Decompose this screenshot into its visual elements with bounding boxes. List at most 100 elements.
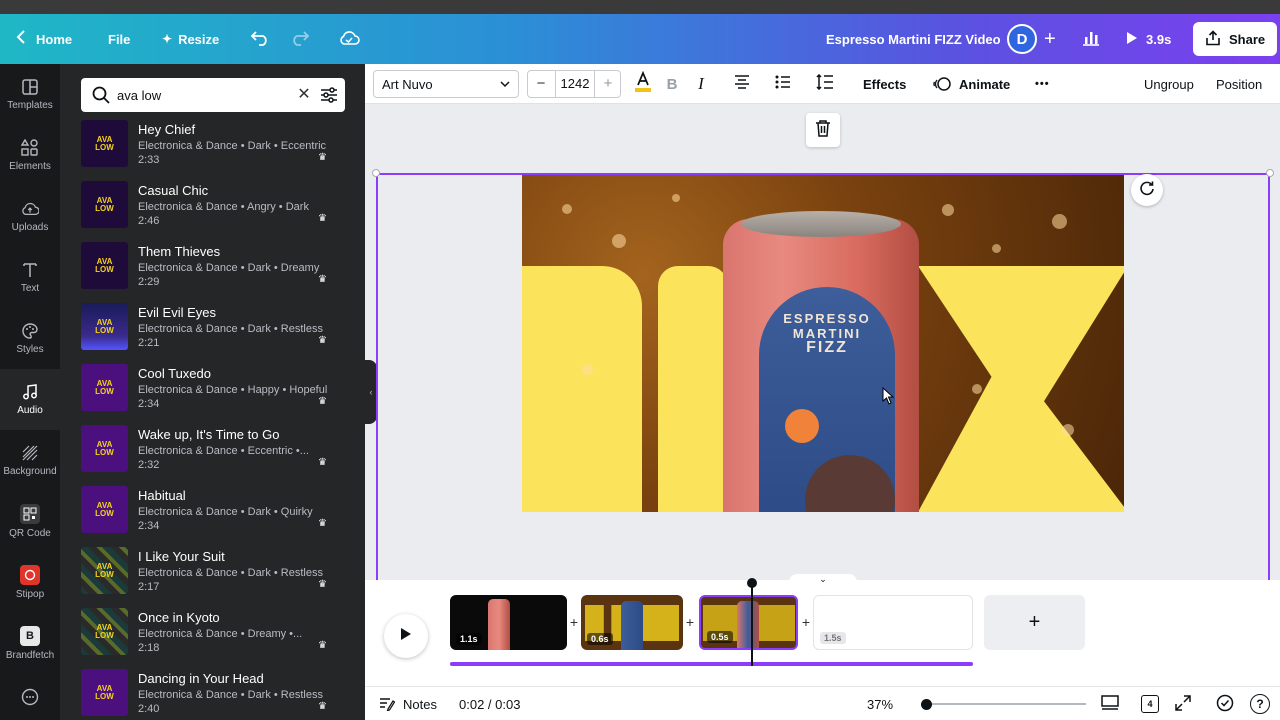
grid-view-button[interactable] xyxy=(1101,687,1119,720)
help-button[interactable]: ? xyxy=(1250,687,1270,720)
audio-icon xyxy=(21,383,39,401)
rail-item-more-apps[interactable] xyxy=(0,674,60,720)
track-item[interactable]: AVA LOW Them Thieves Electronica & Dance … xyxy=(81,242,361,303)
add-transition-button[interactable]: + xyxy=(683,615,697,629)
animate-button[interactable]: Animate xyxy=(933,64,1010,104)
text-color-button[interactable] xyxy=(631,64,655,104)
track-item[interactable]: AVA LOW Evil Evil Eyes Electronica & Danc… xyxy=(81,303,361,364)
footer-bar: Notes 0:02 / 0:03 37% 4 ? xyxy=(365,686,1280,720)
clip-can-thumbnail xyxy=(737,601,759,648)
more-options-button[interactable]: ••• xyxy=(1035,64,1050,104)
cloud-save-button[interactable] xyxy=(338,14,360,64)
crown-icon: ♛ xyxy=(318,213,327,224)
rail-item-uploads[interactable]: Uploads xyxy=(0,186,60,247)
delete-element-button[interactable] xyxy=(806,113,840,147)
undo-button[interactable] xyxy=(250,14,270,64)
rail-item-templates[interactable]: Templates xyxy=(0,64,60,125)
resize-handle[interactable] xyxy=(1266,169,1274,177)
ungroup-button[interactable]: Ungroup xyxy=(1144,64,1194,104)
clear-search-icon[interactable]: ✕ xyxy=(295,86,313,104)
bold-button[interactable]: B xyxy=(660,64,684,104)
project-title[interactable]: Espresso Martini FIZZ Video xyxy=(826,14,1001,64)
font-family-select[interactable]: Art Nuvo xyxy=(373,70,519,98)
rail-label-elements: Elements xyxy=(9,161,51,172)
add-page-button[interactable]: + xyxy=(984,595,1085,650)
rail-item-elements[interactable]: Elements xyxy=(0,125,60,186)
playhead[interactable] xyxy=(751,580,753,666)
zoom-slider-track[interactable] xyxy=(926,703,1086,705)
top-bar: Home File ✦ Resize Espresso Martini FIZZ… xyxy=(0,14,1280,64)
animate-label: Animate xyxy=(959,76,1011,92)
notes-button[interactable]: Notes xyxy=(379,687,437,720)
timeline-collapse-handle[interactable]: ⌄ xyxy=(789,574,857,584)
play-duration: 3.9s xyxy=(1146,31,1172,47)
italic-icon: I xyxy=(698,74,704,93)
fullscreen-button[interactable] xyxy=(1175,687,1191,720)
timeline-clip-2[interactable]: 0.6s xyxy=(581,595,683,650)
rotate-button[interactable] xyxy=(1131,174,1163,206)
rail-item-audio[interactable]: Audio xyxy=(0,369,60,430)
zoom-slider-handle[interactable] xyxy=(921,699,932,710)
file-menu-button[interactable]: File xyxy=(108,14,130,64)
track-item[interactable]: AVA LOW Dancing in Your Head Electronica … xyxy=(81,669,361,720)
track-thumbnail: AVA LOW xyxy=(81,303,128,350)
track-title: Cool Tuxedo xyxy=(138,366,211,381)
zoom-level[interactable]: 37% xyxy=(867,687,893,720)
track-meta: Electronica & Dance • Dark • Dreamy xyxy=(138,262,320,274)
rail-label-background: Background xyxy=(3,466,57,477)
track-item[interactable]: AVA LOW Hey Chief Electronica & Dance • D… xyxy=(81,120,361,181)
resize-button[interactable]: ✦ Resize xyxy=(162,14,219,64)
add-transition-button[interactable]: + xyxy=(567,615,581,629)
track-item[interactable]: AVA LOW Once in Kyoto Electronica & Dance… xyxy=(81,608,361,669)
position-button[interactable]: Position xyxy=(1216,64,1262,104)
clip-duration: 0.5s xyxy=(707,631,733,643)
align-button[interactable] xyxy=(730,64,754,104)
track-duration: 2:32 xyxy=(138,459,160,471)
filter-icon[interactable] xyxy=(319,85,339,105)
italic-button[interactable]: I xyxy=(689,64,713,104)
rail-item-stipop[interactable]: Stipop xyxy=(0,552,60,613)
track-item[interactable]: AVA LOW Wake up, It's Time to Go Electron… xyxy=(81,425,361,486)
share-button[interactable]: Share xyxy=(1193,22,1278,56)
track-item[interactable]: AVA LOW Casual Chic Electronica & Dance •… xyxy=(81,181,361,242)
rail-item-brandfetch[interactable]: B Brandfetch xyxy=(0,613,60,674)
redo-button[interactable] xyxy=(290,14,310,64)
timeline-clip-1[interactable]: 1.1s xyxy=(450,595,567,650)
side-rail: Templates Elements Uploads Text Styles A… xyxy=(0,64,60,720)
track-item[interactable]: AVA LOW Cool Tuxedo Electronica & Dance •… xyxy=(81,364,361,425)
play-icon xyxy=(1126,31,1138,48)
rail-item-background[interactable]: Background xyxy=(0,430,60,491)
play-preview-button[interactable]: 3.9s xyxy=(1126,14,1171,64)
apps-icon xyxy=(21,688,39,706)
timeline-clip-3-selected[interactable]: 0.5s xyxy=(699,595,798,650)
insights-button[interactable] xyxy=(1082,14,1100,64)
track-thumbnail: AVA LOW xyxy=(81,486,128,533)
track-item[interactable]: AVA LOW I Like Your Suit Electronica & Da… xyxy=(81,547,361,608)
track-meta: Electronica & Dance • Dark • Quirky xyxy=(138,506,313,518)
list-button[interactable] xyxy=(771,64,795,104)
effects-button[interactable]: Effects xyxy=(863,64,906,104)
rail-item-styles[interactable]: Styles xyxy=(0,308,60,369)
timeline-clip-4[interactable]: 1.5s xyxy=(813,595,973,650)
track-item[interactable]: AVA LOW Habitual Electronica & Dance • Da… xyxy=(81,486,361,547)
track-title: Them Thieves xyxy=(138,244,221,259)
home-button[interactable]: Home xyxy=(16,14,72,64)
font-size-input[interactable]: 1242 xyxy=(555,71,595,97)
spacing-button[interactable] xyxy=(813,64,837,104)
track-meta: Electronica & Dance • Dreamy •... xyxy=(138,628,303,640)
increase-size-button[interactable]: + xyxy=(595,71,621,97)
resize-handle[interactable] xyxy=(372,169,380,177)
chevron-left-icon: ‹ xyxy=(369,387,373,397)
add-collaborator-button[interactable]: + xyxy=(1044,14,1056,64)
pages-button[interactable]: 4 xyxy=(1141,687,1159,720)
timeline-play-button[interactable] xyxy=(384,614,428,658)
track-meta: Electronica & Dance • Eccentric •... xyxy=(138,445,309,457)
decrease-size-button[interactable]: − xyxy=(528,71,554,97)
check-button[interactable] xyxy=(1216,687,1234,720)
search-input[interactable] xyxy=(117,84,287,106)
rail-item-qr-code[interactable]: QR Code xyxy=(0,491,60,552)
user-avatar[interactable]: D xyxy=(1007,14,1037,64)
track-meta: Electronica & Dance • Angry • Dark xyxy=(138,201,309,213)
rail-item-text[interactable]: Text xyxy=(0,247,60,308)
add-transition-button[interactable]: + xyxy=(799,615,813,629)
